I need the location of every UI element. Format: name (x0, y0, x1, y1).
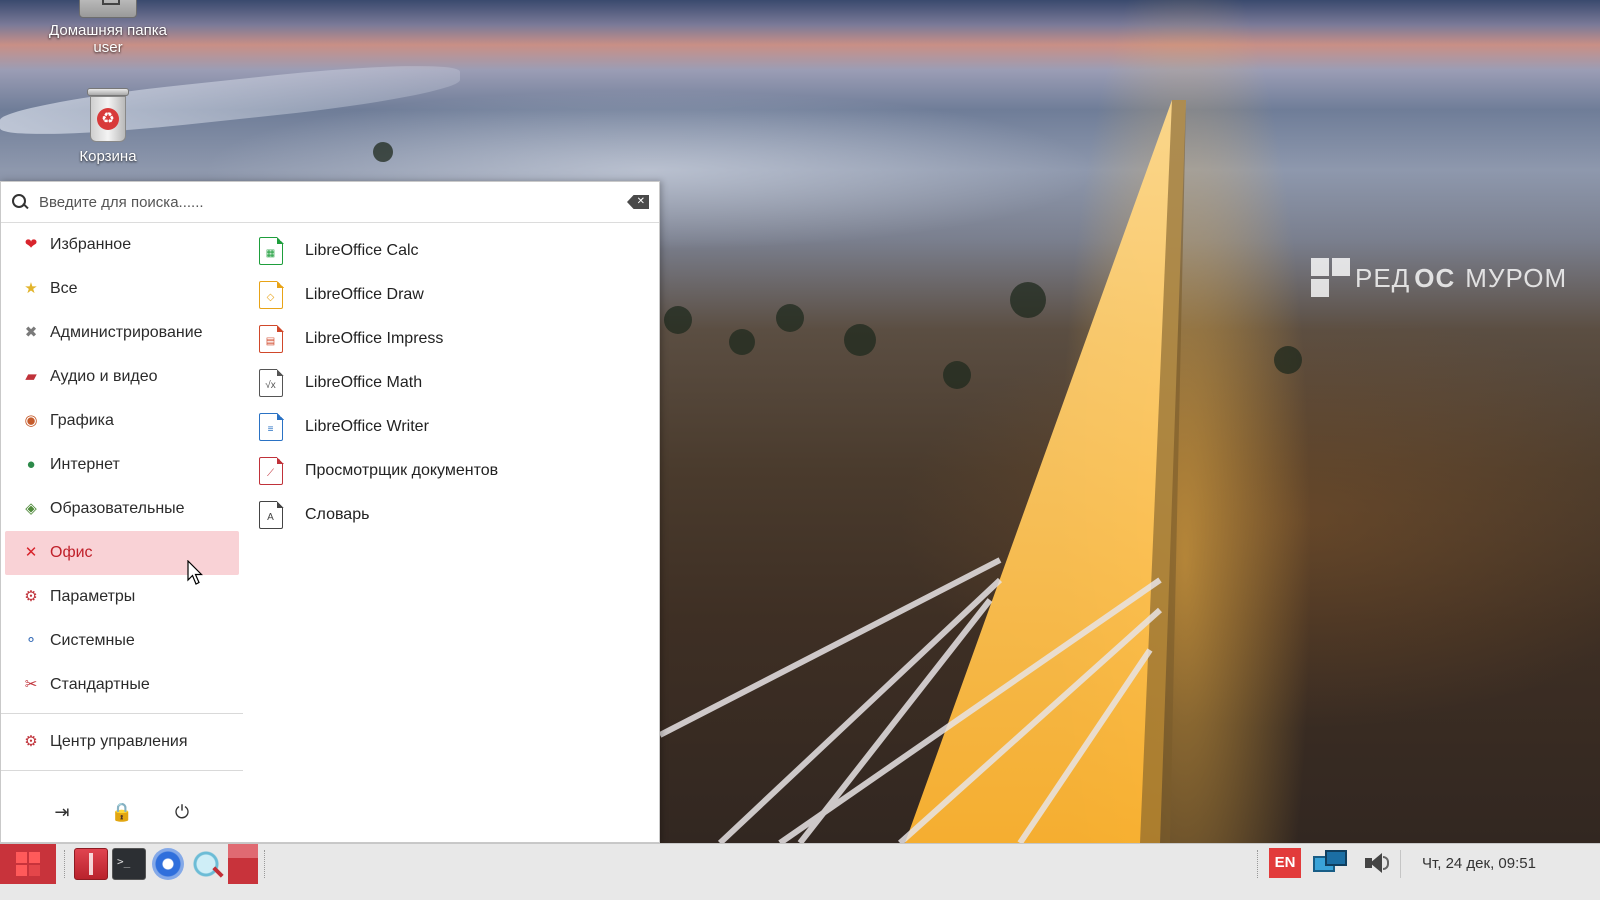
menu-category-2[interactable]: ✖ Администрирование (5, 311, 239, 355)
brand-text-red: РЕД (1355, 262, 1411, 293)
education-icon: ◈ (25, 500, 37, 517)
menu-category-label: Центр управления (50, 733, 188, 750)
heart-icon: ❤ (24, 236, 38, 253)
menu-category-9[interactable]: ⚬ Системные (5, 619, 239, 663)
desktop-trash[interactable]: ♻ Корзина (38, 88, 178, 165)
redos-start-icon (16, 852, 40, 876)
libreoffice-draw-icon: ◇ (259, 280, 284, 309)
menu-category-label: Стандартные (50, 676, 150, 693)
tray-separator (1257, 850, 1259, 878)
search-launcher-icon[interactable] (190, 848, 222, 880)
menu-category-10[interactable]: ✂ Стандартные (5, 663, 239, 707)
menu-category-1[interactable]: ★ Все (5, 267, 239, 311)
libreoffice-writer-icon: ≡ (259, 412, 284, 441)
power-icon[interactable]: ⏻ (170, 800, 194, 824)
settings-icon: ⚙ (24, 588, 38, 605)
volume-icon[interactable] (1363, 850, 1389, 876)
menu-control-center[interactable]: ⚙ Центр управления (5, 720, 239, 764)
tools-icon: ✖ (24, 324, 38, 341)
browser-launcher-icon[interactable] (152, 848, 184, 880)
menu-divider (1, 770, 243, 771)
search-icon (11, 193, 29, 211)
brand-text-murom: МУРОМ (1465, 262, 1568, 293)
taskbar-separator (264, 850, 266, 878)
system-icon: ⚬ (24, 632, 38, 649)
network-icon[interactable] (1313, 850, 1349, 878)
menu-category-list: ❤ Избранное ★ Все ✖ Администрирование ▰ Аудио и… (1, 223, 243, 771)
mouse-cursor-icon (187, 560, 203, 585)
logout-icon[interactable]: ⇥ (50, 800, 74, 824)
desktop-home-folder[interactable]: Домашняя папка user (38, 0, 178, 56)
menu-search-input[interactable] (39, 193, 627, 211)
menu-category-8[interactable]: ⚙ Параметры (5, 575, 239, 619)
star-icon: ★ (24, 280, 38, 297)
menu-category-7[interactable]: ✕ Офис (5, 531, 239, 575)
menu-category-label: Параметры (50, 588, 136, 605)
dictionary-icon: A (259, 500, 284, 529)
menu-session-actions: ⇥ 🔒 ⏻ (1, 782, 243, 842)
taskbar-active-window-highlight (228, 844, 258, 858)
home-folder-icon (79, 0, 137, 18)
menu-app-item[interactable]: ≡ LibreOffice Writer (249, 405, 649, 449)
menu-app-label: LibreOffice Calc (305, 242, 419, 259)
clear-search-icon[interactable]: ✕ (627, 195, 649, 209)
clapper-icon: ▰ (25, 368, 37, 385)
menu-search-bar: ✕ (1, 182, 659, 223)
menu-category-5[interactable]: ● Интернет (5, 443, 239, 487)
menu-category-label: Администрирование (50, 324, 203, 341)
menu-category-0[interactable]: ❤ Избранное (5, 223, 239, 267)
menu-category-label: Интернет (50, 456, 120, 473)
taskbar-separator (64, 850, 66, 878)
menu-app-label: LibreOffice Writer (305, 418, 429, 435)
desktop-home-folder-label: Домашняя папка user (49, 22, 167, 56)
menu-category-label: Избранное (50, 236, 132, 253)
menu-app-item[interactable]: ◇ LibreOffice Draw (249, 273, 649, 317)
terminal-launcher-icon[interactable] (112, 848, 146, 880)
menu-app-label: LibreOffice Draw (305, 286, 424, 303)
menu-category-label: Системные (50, 632, 135, 649)
menu-app-list: ▦ LibreOffice Calc ◇ LibreOffice Draw ▤ Libre… (249, 229, 649, 537)
brand-text-os: ОС (1414, 262, 1456, 293)
taskbar-clock[interactable]: Чт, 24 дек, 09:51 (1404, 844, 1554, 884)
libreoffice-impress-icon: ▤ (259, 324, 284, 353)
libreoffice-math-icon: √x (259, 368, 284, 397)
menu-category-label: Образовательные (50, 500, 185, 517)
menu-app-item[interactable]: ▦ LibreOffice Calc (249, 229, 649, 273)
document-viewer-icon: ⟋ (259, 456, 284, 485)
menu-category-6[interactable]: ◈ Образовательные (5, 487, 239, 531)
menu-app-label: Словарь (305, 506, 370, 523)
wallpaper-brand-logo: РЕД ОС МУРОМ (1311, 258, 1567, 298)
palette-icon: ◉ (24, 412, 38, 429)
menu-app-item[interactable]: ⟋ Просмотрщик документов (249, 449, 649, 493)
menu-app-label: LibreOffice Impress (305, 330, 444, 347)
libreoffice-calc-icon: ▦ (259, 236, 284, 265)
globe-icon: ● (26, 456, 36, 473)
menu-divider (1, 713, 243, 714)
scissors-icon: ✂ (24, 676, 38, 693)
file-manager-launcher-icon[interactable] (74, 848, 108, 880)
menu-app-label: Просмотрщик документов (305, 462, 499, 479)
menu-category-label: Графика (50, 412, 114, 429)
office-icon: ✕ (24, 544, 38, 561)
menu-app-label: LibreOffice Math (305, 374, 423, 391)
menu-app-item[interactable]: A Словарь (249, 493, 649, 537)
menu-category-label: Аудио и видео (50, 368, 158, 385)
redos-logo-icon (1311, 258, 1351, 298)
menu-app-item[interactable]: √x LibreOffice Math (249, 361, 649, 405)
lock-icon[interactable]: 🔒 (110, 800, 134, 824)
start-menu-button[interactable] (0, 844, 56, 884)
application-menu: ✕ ❤ Избранное ★ Все ✖ Администрирование ▰ Аудио… (0, 181, 660, 843)
menu-category-3[interactable]: ▰ Аудио и видео (5, 355, 239, 399)
menu-app-item[interactable]: ▤ LibreOffice Impress (249, 317, 649, 361)
menu-category-label: Все (50, 280, 78, 297)
menu-category-4[interactable]: ◉ Графика (5, 399, 239, 443)
desktop-trash-label: Корзина (79, 148, 137, 165)
taskbar: EN Чт, 24 дек, 09:51 (0, 843, 1600, 900)
menu-category-label: Офис (50, 544, 93, 561)
trash-icon: ♻ (85, 88, 131, 144)
keyboard-layout-indicator[interactable]: EN (1269, 848, 1301, 878)
control-center-icon: ⚙ (24, 733, 38, 750)
clock-separator (1400, 850, 1401, 878)
